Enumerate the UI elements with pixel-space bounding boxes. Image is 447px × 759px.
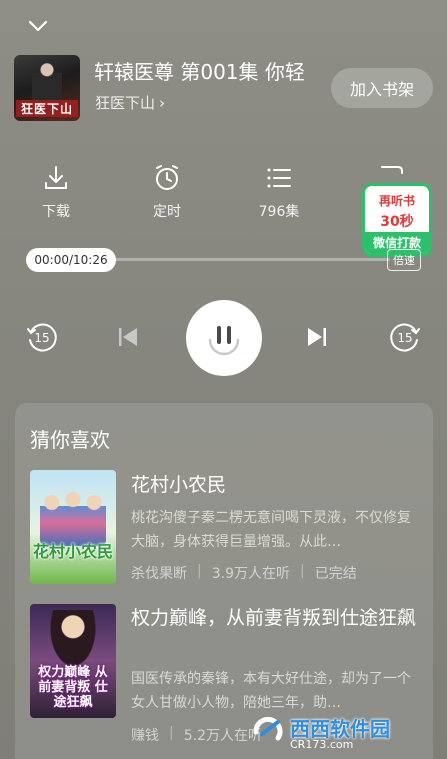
speed-button[interactable]: 倍速 [387,249,421,271]
item-listeners: 3.9万人在听 [211,566,290,582]
progress-bar[interactable] [110,258,390,261]
recommend-cover-1[interactable]: 花村小农民 [30,470,116,584]
download-button[interactable]: 下载 [21,163,91,221]
recommend-item-title[interactable]: 花村小农民 [131,471,226,499]
add-to-bookshelf-button[interactable]: 加入书架 [331,68,433,108]
cover-figure [32,61,62,105]
forward-label: 15 [397,331,412,345]
list-icon [267,168,291,188]
cover-illustration [48,610,98,670]
recommend-title: 猜你喜欢 [30,428,110,452]
timer-button[interactable]: 定时 [132,163,202,221]
chevron-right-icon: › [159,93,166,112]
album-link[interactable]: 狂医下山 › [95,92,165,113]
timer-label: 定时 [153,204,181,220]
album-cover[interactable]: 狂医下山 [14,55,80,121]
recommend-item-desc: 国医传承的秦锋，本有大好仕途，却为了一个女人甘做小人物，陪她三年，助… [131,671,411,711]
item-status: 已完结 [314,566,357,582]
download-label: 下载 [42,204,70,220]
recommend-item-meta: 杀伐果断 | 3.9万人在听 | 已完结 [131,563,357,583]
recommend-item-desc: 桃花沟傻子秦二楞无意间喝下灵液，不仅修复大脑，身体获得巨量增强。从此… [131,510,411,550]
meta-divider: | [299,563,305,579]
recommend-cover-2[interactable]: 权力巅峰 从前妻背叛 仕途狂飙 [30,604,116,718]
next-track-icon[interactable] [305,325,329,349]
rewind-15-icon[interactable]: 15 [25,320,59,354]
episodes-label: 796集 [258,204,300,220]
rewind-label: 15 [34,331,49,345]
recommend-item-meta: 赚钱 | 5.2万人在听 [131,725,262,745]
recommend-item-title[interactable]: 权力巅峰，从前妻背叛到仕途狂飙 [131,604,421,632]
cover-text: 权力巅峰 从前妻背叛 仕途狂飙 [38,665,108,710]
episodes-button[interactable]: 796集 [244,163,314,221]
item-author: 赚钱 [131,728,159,744]
meta-divider: | [169,725,174,741]
promo-line2: 30秒 [380,214,414,230]
pause-button[interactable] [186,300,262,376]
episode-title: 轩辕医尊 第001集 你轻 [94,60,305,84]
cover-text: 花村小农民 [32,542,113,561]
meta-divider: | [197,563,202,579]
watermark-logo: 西西软件园 CR173.com [248,710,438,754]
alarm-icon [156,165,178,190]
previous-track-icon[interactable] [116,325,140,349]
forward-15-icon[interactable]: 15 [388,320,422,354]
collapse-chevron-icon[interactable] [26,14,50,38]
cover-title-text: 狂医下山 [16,100,78,117]
watermark-icon [253,716,283,741]
progress-time-thumb[interactable]: 00:00/10:26 [26,248,116,272]
download-icon [45,166,67,189]
item-author: 杀伐果断 [131,566,187,582]
promo-line1: 再听书 [378,194,415,208]
promo-badge[interactable]: 再听书 30秒 微信打款 [362,183,432,257]
album-name: 狂医下山 [95,94,156,112]
pause-icon [208,326,240,356]
